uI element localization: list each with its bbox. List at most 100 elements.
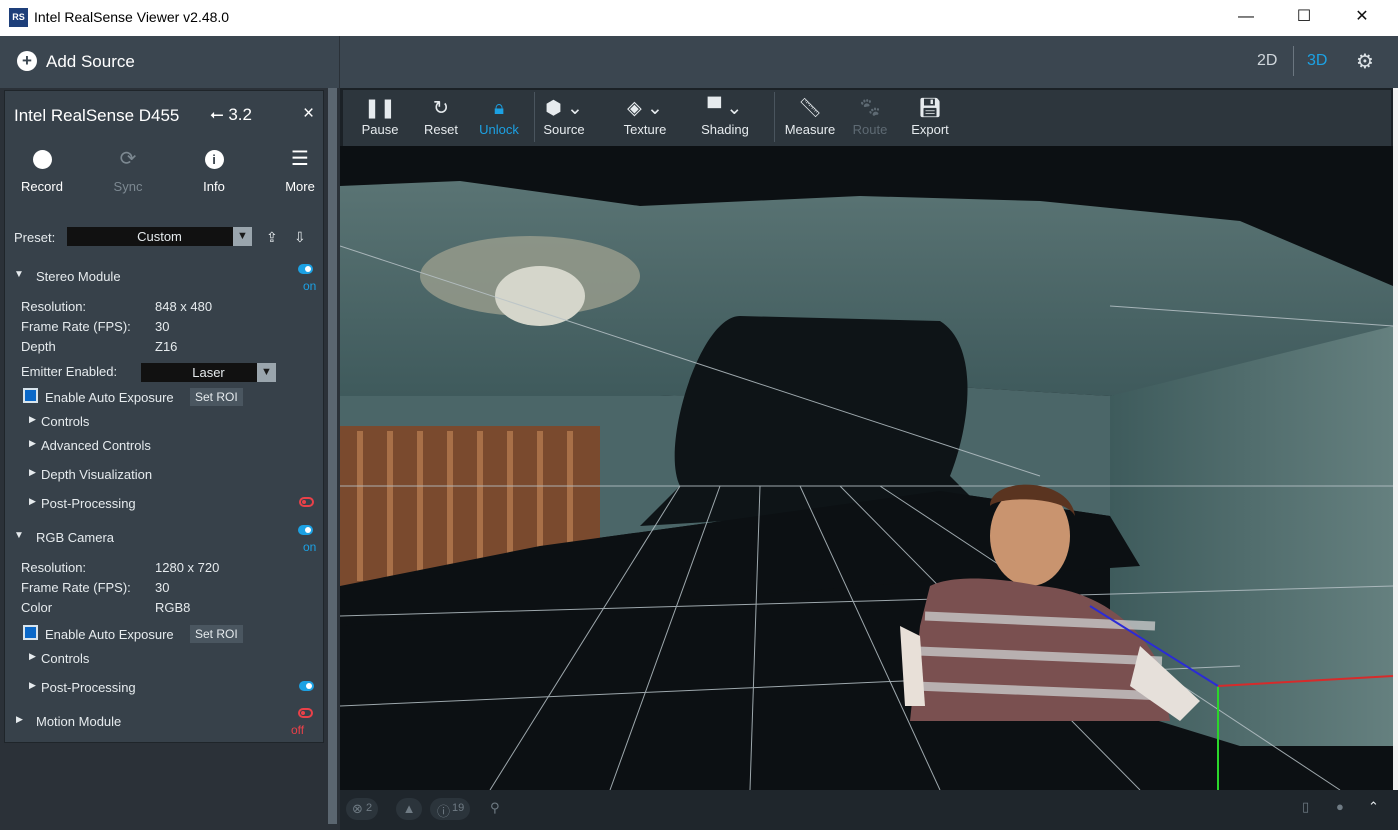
route-button[interactable]: 🐾︎ Route	[848, 96, 892, 137]
stereo-resolution-value[interactable]: 848 x 480	[155, 299, 212, 314]
texture-button[interactable]: ◈ ⌄ Texture	[616, 96, 674, 137]
cube-icon: ⬢ ⌄	[545, 98, 583, 119]
sync-button[interactable]: ⟳ Sync	[98, 147, 158, 194]
caret-right-icon: ▶	[29, 651, 36, 661]
mode-3d-button[interactable]: 3D	[1307, 52, 1327, 70]
mode-2d-button[interactable]: 2D	[1257, 52, 1277, 70]
errors-count: 2	[366, 802, 373, 814]
caret-right-icon: ▶	[29, 414, 36, 424]
sidebar-scrollbar[interactable]	[328, 88, 337, 824]
stereo-post-toggle[interactable]	[299, 497, 314, 507]
stereo-format-value[interactable]: Z16	[155, 339, 177, 354]
window-title: Intel RealSense Viewer v2.48.0	[34, 9, 230, 25]
rgb-fps-value[interactable]: 30	[155, 580, 169, 595]
search-icon[interactable]: ⚲	[490, 800, 500, 816]
stereo-advanced-item[interactable]: Advanced Controls	[41, 438, 151, 453]
motion-toggle[interactable]	[298, 708, 313, 718]
upload-icon[interactable]: ⇪	[266, 229, 278, 246]
rgb-post-toggle[interactable]	[299, 681, 314, 691]
add-source-button[interactable]: + Add Source	[0, 36, 340, 88]
stereo-post-processing-item[interactable]: Post-Processing	[41, 496, 136, 511]
plus-circle-icon: +	[17, 51, 37, 71]
stereo-set-roi-button[interactable]: Set ROI	[190, 388, 243, 406]
pause-label: Pause	[361, 122, 399, 137]
pause-button[interactable]: ❚❚ Pause	[357, 96, 403, 137]
mode-divider	[1293, 46, 1294, 76]
save-icon: 💾︎	[917, 98, 943, 119]
toolbar-divider	[534, 92, 535, 142]
rgb-state: on	[303, 540, 317, 554]
motion-state: off	[291, 723, 305, 737]
chevron-up-icon[interactable]: ⌃	[1368, 799, 1379, 815]
stereo-resolution-label: Resolution:	[21, 299, 87, 314]
sync-label: Sync	[113, 179, 143, 194]
preset-value: Custom	[137, 229, 182, 244]
reset-button[interactable]: ↻ Reset	[418, 96, 464, 137]
menu-icon: ☰	[291, 148, 309, 170]
droplet-icon[interactable]: ●	[1336, 799, 1344, 814]
shading-label: Shading	[701, 122, 749, 137]
stereo-format-label: Depth	[21, 339, 56, 354]
expand-rgb-icon[interactable]: ▼	[14, 530, 24, 541]
rgb-set-roi-button[interactable]: Set ROI	[190, 625, 243, 643]
stereo-toggle[interactable]	[298, 264, 313, 274]
rgb-auto-exposure-checkbox[interactable]	[23, 625, 38, 640]
caret-right-icon[interactable]: ▶	[16, 714, 23, 725]
record-icon	[12, 147, 72, 171]
export-label: Export	[911, 122, 949, 137]
stereo-controls-item[interactable]: Controls	[41, 414, 89, 429]
rgb-post-processing-item[interactable]: Post-Processing	[41, 680, 136, 695]
error-icon: ⊗	[352, 801, 363, 816]
more-button[interactable]: ☰ More	[270, 147, 330, 194]
preset-select[interactable]: Custom ▼	[67, 227, 252, 246]
point-cloud-viewport[interactable]	[340, 146, 1393, 790]
window-titlebar: RS Intel RealSense Viewer v2.48.0 — ☐ ✕	[0, 0, 1398, 36]
route-label: Route	[852, 122, 888, 137]
record-button[interactable]: Record	[12, 147, 72, 194]
errors-button[interactable]: ⊗ 2	[346, 798, 378, 820]
export-button[interactable]: 💾︎ Export	[906, 96, 954, 137]
lock-icon: 🔒︎	[493, 98, 505, 119]
info-button[interactable]: i Info	[184, 147, 244, 194]
rgb-toggle[interactable]	[298, 525, 313, 535]
unlock-button[interactable]: 🔒︎ Unlock	[476, 96, 522, 137]
chevron-down-icon: ▼	[233, 227, 252, 246]
rgb-format-value[interactable]: RGB8	[155, 600, 190, 615]
shading-button[interactable]: ▀ ⌄ Shading	[695, 96, 755, 137]
warning-icon[interactable]: ▲	[396, 798, 422, 820]
stereo-auto-exposure-label: Enable Auto Exposure	[45, 390, 174, 405]
emitter-select[interactable]: Laser ▼	[141, 363, 276, 382]
download-icon[interactable]: ⇩	[294, 229, 306, 246]
source-button[interactable]: ⬢ ⌄ Source	[539, 96, 589, 137]
info-label: Info	[203, 179, 225, 194]
close-window-button[interactable]: ✕	[1333, 0, 1391, 36]
window-edge	[1393, 88, 1398, 790]
stereo-fps-label: Frame Rate (FPS):	[21, 319, 131, 334]
caret-right-icon: ▶	[29, 438, 36, 448]
minimize-button[interactable]: —	[1217, 0, 1275, 36]
rgb-controls-item[interactable]: Controls	[41, 651, 89, 666]
reset-icon: ↻	[433, 98, 449, 119]
emitter-label: Emitter Enabled:	[21, 364, 118, 379]
status-bar: ⊗ 2 ▲ ⓘ 19 ⚲ ▯ ● ⌃	[340, 790, 1398, 830]
expand-stereo-icon[interactable]: ▼	[14, 269, 24, 280]
measure-button[interactable]: 📏︎ Measure	[780, 96, 840, 137]
clipboard-icon[interactable]: ▯	[1302, 799, 1309, 815]
rgb-auto-exposure-label: Enable Auto Exposure	[45, 627, 174, 642]
chevron-down-icon: ▼	[257, 363, 276, 382]
app-icon: RS	[9, 8, 28, 27]
texture-label: Texture	[623, 122, 667, 137]
viewer-toolbar: ❚❚ Pause ↻ Reset 🔒︎ Unlock ⬢ ⌄ Source ◈ …	[343, 90, 1391, 146]
paint-bucket-icon: ◈ ⌄	[627, 98, 663, 119]
usb-version-value: 3.2	[228, 105, 252, 124]
close-device-button[interactable]: ×	[303, 103, 314, 125]
stereo-auto-exposure-checkbox[interactable]	[23, 388, 38, 403]
maximize-button[interactable]: ☐	[1275, 0, 1333, 36]
rgb-resolution-value[interactable]: 1280 x 720	[155, 560, 219, 575]
measure-label: Measure	[784, 122, 836, 137]
gear-icon[interactable]: ⚙	[1356, 49, 1374, 74]
depth-visualization-item[interactable]: Depth Visualization	[41, 467, 152, 482]
record-label: Record	[21, 179, 63, 194]
info-log-button[interactable]: ⓘ 19	[430, 798, 470, 820]
stereo-fps-value[interactable]: 30	[155, 319, 169, 334]
